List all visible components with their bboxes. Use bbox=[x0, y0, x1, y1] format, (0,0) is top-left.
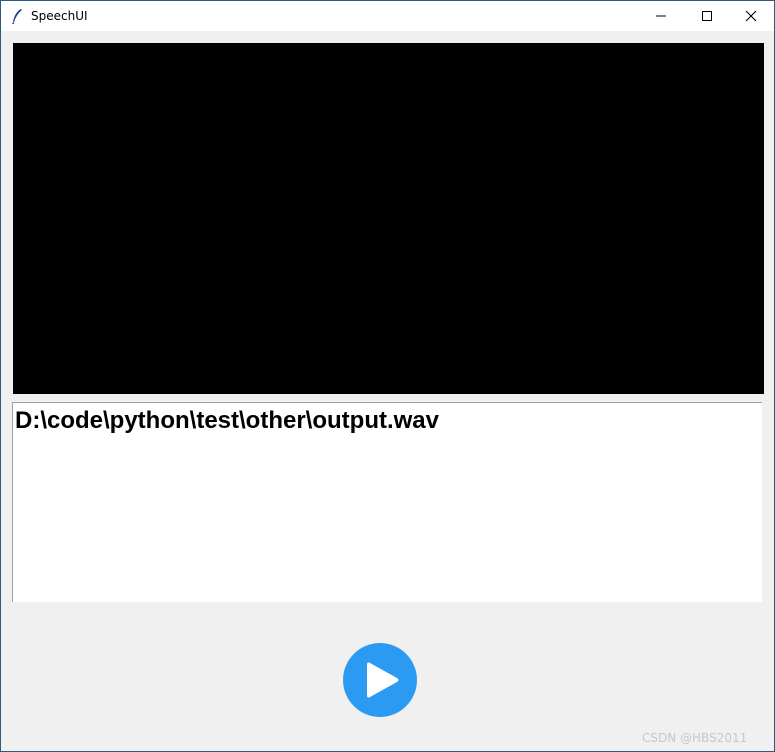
feather-icon bbox=[11, 9, 22, 24]
output-text-box[interactable]: D:\code\python\test\other\output.wav bbox=[12, 402, 762, 602]
play-icon bbox=[343, 643, 417, 717]
maximize-icon bbox=[702, 11, 712, 21]
window-title: SpeechUI bbox=[31, 9, 88, 23]
close-icon bbox=[745, 10, 757, 22]
play-button[interactable] bbox=[343, 643, 417, 717]
minimize-button[interactable] bbox=[638, 1, 684, 31]
watermark-text: CSDN @HBS2011 bbox=[642, 731, 748, 745]
file-path-text: D:\code\python\test\other\output.wav bbox=[15, 407, 439, 434]
close-button[interactable] bbox=[728, 1, 774, 31]
app-window: SpeechUI D:\code\python\test\other\outpu… bbox=[0, 0, 775, 752]
minimize-icon bbox=[656, 15, 666, 17]
title-bar[interactable]: SpeechUI bbox=[1, 1, 774, 31]
maximize-button[interactable] bbox=[684, 1, 730, 31]
video-canvas bbox=[13, 43, 764, 394]
